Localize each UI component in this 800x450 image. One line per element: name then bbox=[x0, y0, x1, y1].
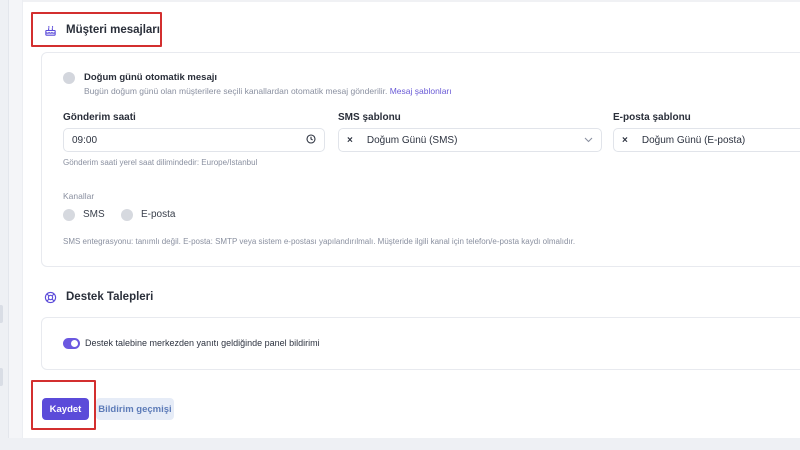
clear-icon[interactable]: × bbox=[622, 135, 628, 146]
highlight-box bbox=[31, 12, 162, 47]
highlight-box bbox=[31, 380, 96, 430]
support-header: Destek Talepleri bbox=[43, 290, 153, 304]
support-switch-label: Destek talebine merkezden yanıtı geldiği… bbox=[85, 338, 320, 348]
email-template-label: E-posta şablonu bbox=[613, 112, 691, 123]
lifebuoy-icon bbox=[43, 290, 57, 304]
notification-history-button[interactable]: Bildirim geçmişi bbox=[96, 398, 174, 420]
sms-template-label: SMS şablonu bbox=[338, 112, 401, 123]
birthday-toggle[interactable] bbox=[63, 72, 75, 84]
send-time-label: Gönderim saati bbox=[63, 112, 136, 123]
send-time-hint: Gönderim saati yerel saat dilimindedir: … bbox=[63, 158, 258, 167]
sidebar-strip bbox=[0, 0, 9, 450]
clear-icon[interactable]: × bbox=[347, 135, 353, 146]
channels-label: Kanallar bbox=[63, 191, 95, 201]
sms-channel-label: SMS bbox=[83, 209, 105, 220]
sms-template-select[interactable]: × Doğum Günü (SMS) bbox=[338, 128, 602, 152]
email-checkbox[interactable] bbox=[121, 209, 133, 221]
chevron-down-icon[interactable] bbox=[584, 135, 593, 146]
page-footer-strip bbox=[0, 438, 800, 450]
templates-link[interactable]: Mesaj şablonları bbox=[390, 86, 452, 96]
toggle-description-text: Bugün doğum günü olan müşterilere seçili… bbox=[84, 86, 388, 96]
clock-icon[interactable] bbox=[306, 133, 316, 147]
email-template-select[interactable]: × Doğum Günü (E-posta) bbox=[613, 128, 800, 152]
divider bbox=[23, 0, 800, 2]
toggle-description: Bugün doğum günü olan müşterilere seçili… bbox=[84, 86, 452, 96]
email-template-value: Doğum Günü (E-posta) bbox=[641, 134, 746, 146]
support-section-title: Destek Talepleri bbox=[66, 291, 154, 303]
sms-template-value: Doğum Günü (SMS) bbox=[366, 134, 458, 146]
sidebar-marker[interactable] bbox=[0, 368, 3, 386]
settings-card: Müşteri mesajları Doğum günü otomatik me… bbox=[22, 0, 800, 438]
toggle-label: Doğum günü otomatik mesajı bbox=[84, 72, 218, 83]
integration-note: SMS entegrasyonu: tanımlı değil. E-posta… bbox=[63, 237, 576, 246]
send-time-value: 09:00 bbox=[72, 134, 98, 146]
support-notification-switch[interactable] bbox=[63, 338, 80, 349]
sidebar-marker[interactable] bbox=[0, 305, 3, 323]
email-channel-label: E-posta bbox=[141, 209, 176, 220]
sms-checkbox[interactable] bbox=[63, 209, 75, 221]
send-time-input[interactable]: 09:00 bbox=[63, 128, 325, 152]
